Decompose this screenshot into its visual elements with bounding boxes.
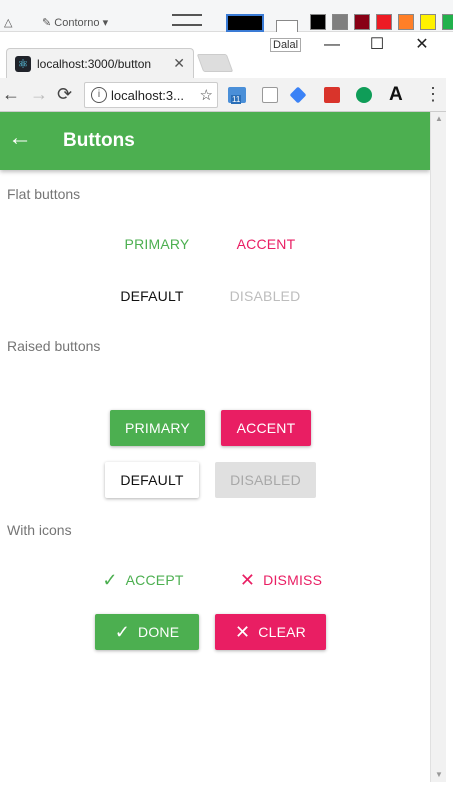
clear-label: CLEAR xyxy=(258,624,306,640)
extension-page-icon[interactable] xyxy=(262,87,278,103)
tab-close-icon[interactable]: ✕ xyxy=(173,55,185,72)
flat-disabled-button: DISABLED xyxy=(229,288,301,304)
info-icon[interactable]: i xyxy=(91,87,107,103)
raised-disabled-button: DISABLED xyxy=(215,462,316,498)
profile-badge[interactable]: Dalal xyxy=(270,38,302,52)
palette-black[interactable] xyxy=(310,14,326,30)
browser-tab[interactable]: ⚛ localhost:3000/button ✕ xyxy=(6,48,194,78)
extension-book-icon[interactable] xyxy=(324,87,340,103)
section-flat-title: Flat buttons xyxy=(7,186,81,202)
back-icon[interactable]: ← xyxy=(2,84,20,105)
clear-button[interactable]: ✕ CLEAR xyxy=(215,614,326,650)
menu-icon[interactable]: ⋮ xyxy=(424,84,442,105)
forward-icon[interactable]: → xyxy=(30,84,48,105)
color1-swatch[interactable] xyxy=(226,14,264,32)
address-bar[interactable]: i localhost:3... ☆ xyxy=(84,82,218,108)
flat-primary-button[interactable]: PRIMARY xyxy=(112,226,202,262)
paint-toolbar: △ ✎ Contorno ▾ xyxy=(0,0,453,34)
browser-toolbar: ← → ⟳ i localhost:3... ☆ 11 A ⋮ xyxy=(0,78,446,112)
section-icons-title: With icons xyxy=(7,522,72,538)
palette-yellow[interactable] xyxy=(420,14,436,30)
contour-label: Contorno xyxy=(54,17,100,29)
extension-font-icon[interactable]: A xyxy=(389,84,403,106)
tab-title: localhost:3000/button xyxy=(37,57,152,71)
vertical-scrollbar[interactable]: ▲ ▼ xyxy=(430,112,446,782)
palette-green[interactable] xyxy=(442,14,453,30)
app-bar: ← Buttons xyxy=(0,112,430,170)
accept-label: ACCEPT xyxy=(125,572,184,588)
close-icon: ✕ xyxy=(235,622,251,643)
title-bar: ⚛ localhost:3000/button ✕ Dalal — ☐ ✕ xyxy=(0,32,446,78)
scroll-down-arrow-icon[interactable]: ▼ xyxy=(431,768,447,782)
raised-primary-button[interactable]: PRIMARY xyxy=(110,410,205,446)
app-back-arrow-icon[interactable]: ← xyxy=(8,124,32,152)
flat-accent-button[interactable]: ACCENT xyxy=(222,226,310,262)
scroll-up-arrow-icon[interactable]: ▲ xyxy=(431,112,447,126)
extension-diamond-icon[interactable] xyxy=(289,86,307,104)
palette-red[interactable] xyxy=(376,14,392,30)
page-title: Buttons xyxy=(63,130,135,151)
maximize-button[interactable]: ☐ xyxy=(355,34,399,60)
section-raised-title: Raised buttons xyxy=(7,338,101,354)
shape-icon[interactable]: △ xyxy=(4,16,12,32)
palette-darkred[interactable] xyxy=(354,14,370,30)
browser-window: ⚛ localhost:3000/button ✕ Dalal — ☐ ✕ ← … xyxy=(0,32,446,782)
new-tab-button[interactable] xyxy=(196,54,234,72)
bookmark-star-icon[interactable]: ☆ xyxy=(200,86,213,104)
page-viewport: ← Buttons Flat buttons PRIMARY ACCENT DE… xyxy=(0,112,430,782)
extension-badge: 11 xyxy=(231,95,242,104)
extension-hangouts-icon[interactable] xyxy=(356,87,372,103)
address-text: localhost:3... xyxy=(111,88,184,103)
extension-calendar-icon[interactable]: 11 xyxy=(228,87,246,104)
raised-accent-button[interactable]: ACCENT xyxy=(221,410,311,446)
close-icon: ✕ xyxy=(239,570,256,591)
check-icon: ✓ xyxy=(102,570,118,591)
close-window-button[interactable]: ✕ xyxy=(400,34,444,60)
accept-button[interactable]: ✓ ACCEPT xyxy=(94,562,192,598)
check-icon: ✓ xyxy=(114,622,131,643)
reload-icon[interactable]: ⟳ xyxy=(57,84,72,105)
flat-default-button[interactable]: DEFAULT xyxy=(106,278,198,314)
done-label: DONE xyxy=(138,624,180,640)
dismiss-label: DISMISS xyxy=(263,572,323,588)
palette-orange[interactable] xyxy=(398,14,414,30)
minimize-button[interactable]: — xyxy=(310,34,354,60)
dismiss-button[interactable]: ✕ DISMISS xyxy=(232,562,330,598)
palette-gray[interactable] xyxy=(332,14,348,30)
raised-default-button[interactable]: DEFAULT xyxy=(105,462,199,498)
react-favicon-icon: ⚛ xyxy=(15,56,31,72)
contour-dropdown[interactable]: ✎ Contorno ▾ xyxy=(42,16,108,32)
done-button[interactable]: ✓ DONE xyxy=(95,614,199,650)
line-width-icon[interactable] xyxy=(172,14,202,26)
